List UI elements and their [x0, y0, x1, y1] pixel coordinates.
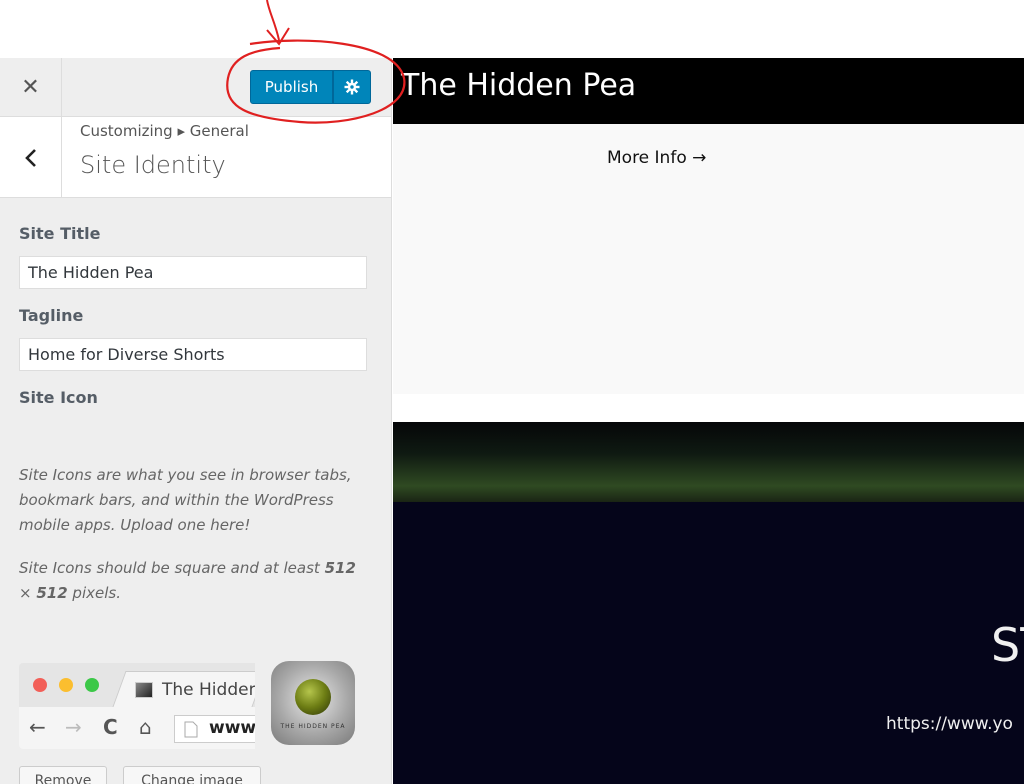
change-image-button[interactable]: Change image: [123, 766, 261, 784]
site-icon-size-note: Site Icons should be square and at least…: [19, 559, 356, 602]
app-icon-text: THE HIDDEN PEA: [280, 723, 346, 730]
close-customizer-button[interactable]: ✕: [0, 58, 62, 117]
window-maximize-dot: [85, 678, 99, 692]
home-icon: ⌂: [139, 715, 152, 739]
back-button[interactable]: [0, 117, 62, 198]
site-preview: The Hidden Pea More Info → ST https://ww…: [393, 58, 1024, 784]
more-info-link[interactable]: More Info →: [607, 148, 706, 168]
section-header: Customizing ▸ General Site Identity: [0, 117, 391, 198]
top-margin: [0, 0, 1024, 58]
hero-section: ST https://www.yo: [393, 422, 1024, 784]
publish-button[interactable]: Publish: [250, 70, 333, 104]
site-title-input[interactable]: The Hidden Pea: [19, 256, 367, 289]
section-title: Site Identity: [80, 151, 226, 179]
remove-button[interactable]: Remove: [19, 766, 107, 784]
site-header: The Hidden Pea: [393, 58, 1024, 124]
site-title-label: Site Title: [19, 224, 101, 243]
tagline-input[interactable]: Home for Diverse Shorts: [19, 338, 367, 371]
reload-icon: C: [103, 715, 118, 739]
site-icon-description: Site Icons are what you see in browser t…: [19, 466, 352, 534]
close-icon: ✕: [21, 75, 40, 100]
breadcrumb: Customizing ▸ General: [80, 122, 249, 140]
address-text: www.: [209, 718, 255, 738]
site-title[interactable]: The Hidden Pea: [401, 68, 636, 103]
window-close-dot: [33, 678, 47, 692]
publish-settings-button[interactable]: [333, 70, 371, 104]
window-minimize-dot: [59, 678, 73, 692]
customizer-header: ✕ Publish: [0, 58, 391, 117]
site-icon-label: Site Icon: [19, 388, 98, 407]
hero-heading: ST: [991, 618, 1024, 672]
section-divider: [393, 394, 1024, 422]
page-icon: [184, 721, 198, 738]
hero-horizon: [393, 422, 1024, 502]
tab-title: The Hidden: [162, 680, 255, 700]
chevron-left-icon: [24, 148, 36, 167]
forward-arrow-icon: →: [65, 715, 82, 739]
browser-tab-preview: The Hidden ← → C ⌂ www.: [19, 663, 255, 749]
gear-icon: [344, 79, 360, 95]
pea-logo-icon: [295, 679, 331, 715]
tagline-label: Tagline: [19, 306, 84, 325]
back-arrow-icon: ←: [29, 715, 46, 739]
annotation-arrow: [266, 0, 290, 46]
customizer-sidebar: ✕ Publish Customizing ▸ General Site Ide…: [0, 58, 392, 784]
app-icon-preview: THE HIDDEN PEA: [271, 661, 355, 745]
favicon-icon: [135, 682, 153, 698]
hero-url[interactable]: https://www.yo: [886, 714, 1013, 734]
